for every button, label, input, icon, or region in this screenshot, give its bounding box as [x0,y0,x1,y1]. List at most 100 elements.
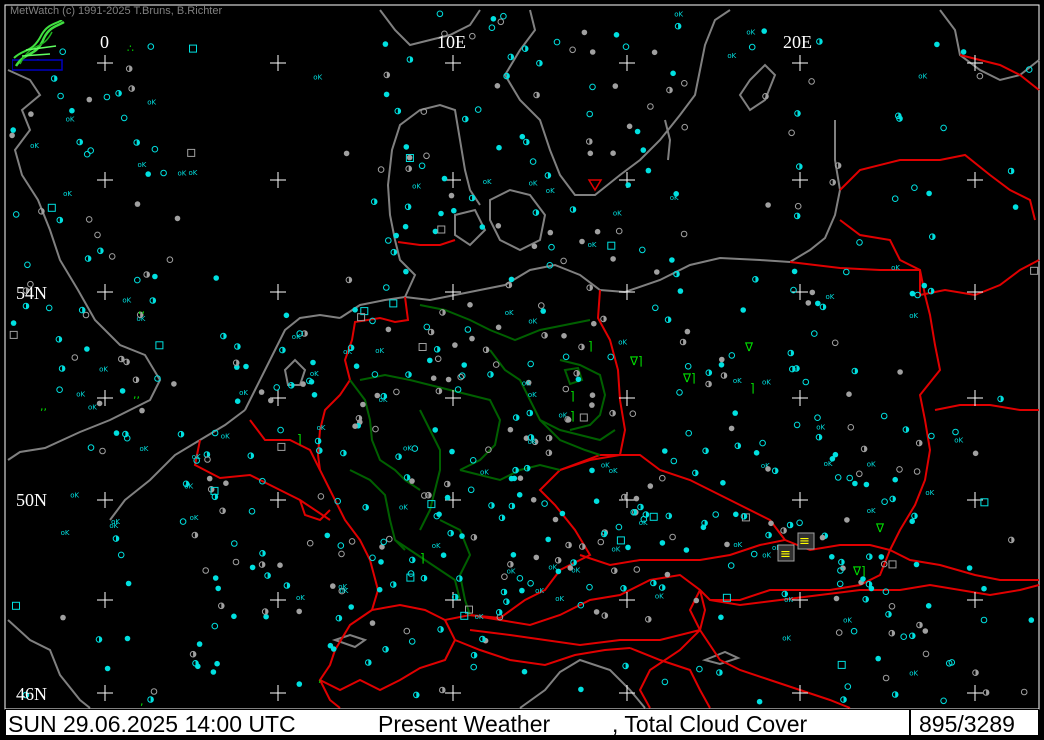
station-marker[interactable] [171,381,177,387]
station-marker[interactable] [669,257,675,263]
station-marker[interactable] [196,641,203,647]
station-marker[interactable] [139,407,145,414]
station-marker[interactable] [829,554,835,560]
station-marker[interactable] [223,480,229,487]
station-ok-label[interactable]: oK [399,503,408,511]
station-marker[interactable] [213,275,219,281]
station-marker[interactable] [113,430,120,436]
station-marker[interactable] [9,132,15,139]
station-ok-label[interactable]: oK [782,634,791,642]
station-marker[interactable] [134,201,141,207]
station-ok-label[interactable]: oK [70,492,79,500]
station-ok-label[interactable]: oK [762,551,771,559]
station-marker[interactable] [581,29,588,36]
station-marker[interactable] [86,96,93,103]
station-marker[interactable] [84,346,90,352]
station-marker[interactable] [234,398,241,405]
station-marker[interactable] [1012,204,1019,210]
station-ok-label[interactable]: oK [122,296,131,304]
station-marker[interactable] [809,289,816,296]
station-ok-label[interactable]: oK [824,460,833,468]
station-marker[interactable] [934,41,940,48]
station-ok-label[interactable]: oK [178,169,187,177]
station-marker[interactable] [406,154,413,161]
station-ok-label[interactable]: oK [733,541,742,549]
station-marker[interactable] [231,613,237,620]
station-ok-label[interactable]: oK [548,563,557,571]
station-marker[interactable] [409,478,415,484]
station-marker[interactable] [593,498,600,505]
station-marker[interactable] [613,32,620,38]
station-marker[interactable] [508,475,515,482]
station-marker[interactable] [640,147,647,153]
station-marker[interactable] [732,410,738,416]
station-marker[interactable] [832,451,839,458]
station-ok-label[interactable]: oK [954,437,963,445]
station-marker[interactable] [552,516,559,523]
station-ok-label[interactable]: oK [403,445,412,453]
station-marker[interactable] [403,144,410,150]
station-marker[interactable] [516,492,523,498]
station-marker[interactable] [243,363,249,370]
station-marker[interactable] [119,388,126,394]
station-ok-label[interactable]: oK [66,115,75,123]
station-marker[interactable] [981,585,987,592]
station-marker[interactable] [815,300,821,307]
station-marker[interactable] [440,552,447,558]
station-ok-label[interactable]: oK [925,489,934,497]
station-ok-label[interactable]: oK [313,73,322,81]
station-marker[interactable] [684,328,691,335]
station-marker[interactable] [587,150,594,157]
station-marker[interactable] [1028,617,1035,623]
station-marker[interactable] [863,481,870,488]
station-marker[interactable] [210,669,217,675]
station-marker[interactable] [145,171,151,177]
station-marker[interactable] [436,511,442,518]
station-marker[interactable] [330,583,336,589]
station-marker[interactable] [445,376,452,383]
station-marker[interactable] [60,614,66,621]
station-marker[interactable] [507,426,514,433]
station-marker[interactable] [819,534,826,541]
station-marker[interactable] [403,268,409,275]
station-marker[interactable] [926,190,932,197]
station-marker[interactable] [610,256,616,262]
station-marker[interactable] [922,628,929,634]
station-marker[interactable] [589,392,596,399]
station-ok-label[interactable]: oK [528,391,537,399]
station-ok-label[interactable]: oK [655,592,664,600]
station-ok-label[interactable]: oK [529,179,538,187]
station-ok-label[interactable]: oK [535,587,544,595]
station-marker[interactable] [594,228,601,235]
station-marker[interactable] [593,609,600,615]
station-marker[interactable] [724,541,730,548]
station-marker[interactable] [913,561,920,568]
station-ok-label[interactable]: oK [111,518,120,526]
station-marker[interactable] [249,564,256,571]
station-ok-label[interactable]: oK [184,482,193,490]
station-marker[interactable] [452,342,458,348]
station-ok-label[interactable]: oK [918,73,927,81]
station-marker[interactable] [330,646,337,652]
station-marker[interactable] [215,585,221,592]
station-marker[interactable] [610,150,616,156]
station-ok-label[interactable]: oK [190,514,199,522]
station-marker[interactable] [494,83,501,89]
station-marker[interactable] [540,308,546,314]
station-marker[interactable] [310,359,316,366]
station-marker[interactable] [353,363,360,370]
station-marker[interactable] [449,448,455,455]
station-marker[interactable] [467,302,473,308]
station-marker[interactable] [662,448,668,454]
station-marker[interactable] [258,389,265,395]
station-marker[interactable] [510,552,517,558]
station-ok-label[interactable]: oK [480,469,489,477]
station-ok-label[interactable]: oK [522,379,531,387]
station-ok-label[interactable]: oK [221,432,230,440]
station-marker[interactable] [768,520,774,527]
station-marker[interactable] [579,238,585,245]
station-marker[interactable] [921,282,928,289]
station-marker[interactable] [728,425,735,432]
station-ok-label[interactable]: oK [340,587,349,595]
station-marker[interactable] [385,326,392,333]
